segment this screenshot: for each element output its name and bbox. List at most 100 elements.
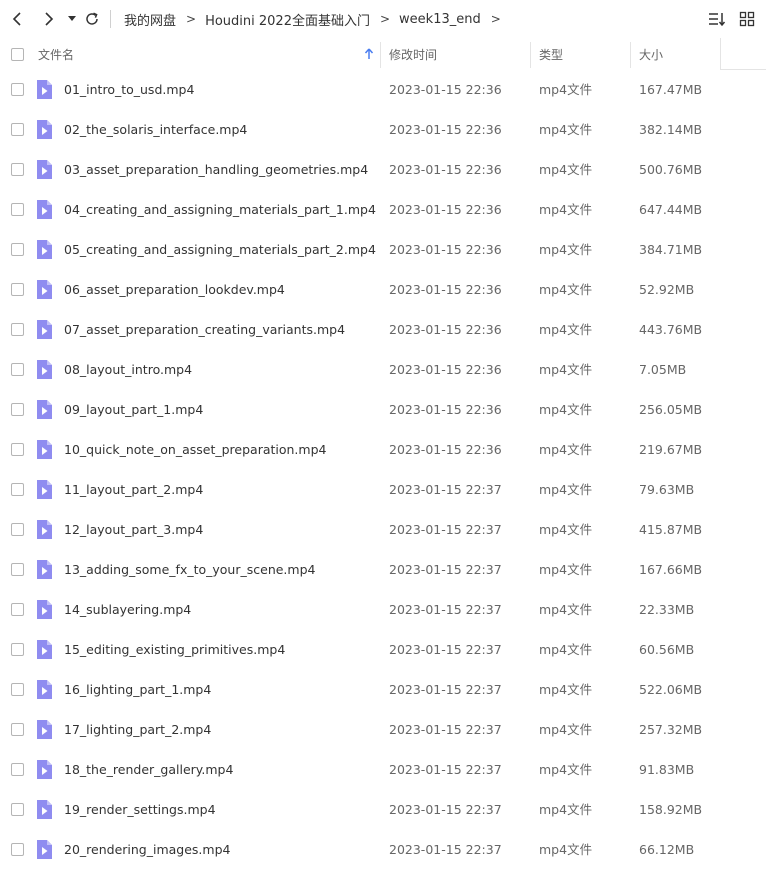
file-name[interactable]: 19_render_settings.mp4 bbox=[64, 790, 216, 830]
row-checkbox[interactable] bbox=[11, 203, 24, 216]
row-checkbox[interactable] bbox=[11, 723, 24, 736]
file-row[interactable]: 14_sublayering.mp4 2023-01-15 22:37 mp4文件 2… bbox=[0, 590, 766, 630]
sort-ascending-indicator[interactable] bbox=[364, 38, 374, 70]
file-type: mp4文件 bbox=[539, 362, 593, 377]
breadcrumb-course-folder[interactable]: Houdini 2022全面基础入门 bbox=[205, 10, 370, 29]
select-all-checkbox[interactable] bbox=[11, 48, 24, 61]
file-name[interactable]: 11_layout_part_2.mp4 bbox=[64, 470, 203, 510]
file-name[interactable]: 16_lighting_part_1.mp4 bbox=[64, 670, 211, 710]
column-header-modified[interactable]: 修改时间 bbox=[389, 38, 437, 70]
file-name[interactable]: 17_lighting_part_2.mp4 bbox=[64, 710, 211, 750]
row-checkbox[interactable] bbox=[11, 763, 24, 776]
row-checkbox[interactable] bbox=[11, 243, 24, 256]
row-checkbox[interactable] bbox=[11, 443, 24, 456]
file-row[interactable]: 01_intro_to_usd.mp4 2023-01-15 22:36 mp4文件… bbox=[0, 70, 766, 110]
back-button[interactable] bbox=[6, 7, 30, 31]
file-row[interactable]: 08_layout_intro.mp4 2023-01-15 22:36 mp4文件… bbox=[0, 350, 766, 390]
forward-button[interactable] bbox=[36, 7, 60, 31]
column-header-type[interactable]: 类型 bbox=[539, 38, 563, 70]
sort-button[interactable] bbox=[706, 8, 728, 30]
file-size: 158.92MB bbox=[639, 802, 703, 817]
row-checkbox[interactable] bbox=[11, 643, 24, 656]
file-name[interactable]: 09_layout_part_1.mp4 bbox=[64, 390, 203, 430]
video-file-icon bbox=[37, 760, 52, 779]
column-divider[interactable] bbox=[630, 42, 631, 68]
file-name[interactable]: 04_creating_and_assigning_materials_part… bbox=[64, 190, 376, 230]
file-row[interactable]: 04_creating_and_assigning_materials_part… bbox=[0, 190, 766, 230]
row-checkbox[interactable] bbox=[11, 803, 24, 816]
file-row[interactable]: 13_adding_some_fx_to_your_scene.mp4 2023-… bbox=[0, 550, 766, 590]
file-type: mp4文件 bbox=[539, 602, 593, 617]
file-type: mp4文件 bbox=[539, 442, 593, 457]
file-name[interactable]: 08_layout_intro.mp4 bbox=[64, 350, 192, 390]
row-checkbox[interactable] bbox=[11, 603, 24, 616]
file-size: 7.05MB bbox=[639, 362, 687, 377]
row-checkbox[interactable] bbox=[11, 123, 24, 136]
video-file-icon bbox=[37, 120, 52, 139]
row-checkbox[interactable] bbox=[11, 483, 24, 496]
row-checkbox[interactable] bbox=[11, 363, 24, 376]
breadcrumb-current-folder[interactable]: week13_end bbox=[399, 12, 481, 27]
video-file-icon bbox=[37, 280, 52, 299]
file-row[interactable]: 03_asset_preparation_handling_geometries… bbox=[0, 150, 766, 190]
row-checkbox[interactable] bbox=[11, 83, 24, 96]
file-row[interactable]: 17_lighting_part_2.mp4 2023-01-15 22:37 mp… bbox=[0, 710, 766, 750]
video-file-icon bbox=[37, 160, 52, 179]
file-name[interactable]: 12_layout_part_3.mp4 bbox=[64, 510, 203, 550]
row-checkbox[interactable] bbox=[11, 163, 24, 176]
file-type: mp4文件 bbox=[539, 202, 593, 217]
file-name[interactable]: 03_asset_preparation_handling_geometries… bbox=[64, 150, 368, 190]
file-name[interactable]: 01_intro_to_usd.mp4 bbox=[64, 70, 194, 110]
sort-icon bbox=[709, 13, 726, 27]
view-mode-button[interactable] bbox=[736, 8, 758, 30]
row-checkbox[interactable] bbox=[11, 523, 24, 536]
column-header-name[interactable]: 文件名 bbox=[38, 38, 74, 70]
file-size: 22.33MB bbox=[639, 602, 695, 617]
video-file-icon bbox=[37, 600, 52, 619]
file-type: mp4文件 bbox=[539, 722, 593, 737]
file-row[interactable]: 05_creating_and_assigning_materials_part… bbox=[0, 230, 766, 270]
file-name[interactable]: 02_the_solaris_interface.mp4 bbox=[64, 110, 247, 150]
file-modified-time: 2023-01-15 22:37 bbox=[389, 602, 502, 617]
file-modified-time: 2023-01-15 22:36 bbox=[389, 162, 502, 177]
file-size: 522.06MB bbox=[639, 682, 703, 697]
file-row[interactable]: 19_render_settings.mp4 2023-01-15 22:37 mp… bbox=[0, 790, 766, 830]
video-file-icon bbox=[37, 240, 52, 259]
refresh-button[interactable] bbox=[80, 7, 104, 31]
row-checkbox[interactable] bbox=[11, 563, 24, 576]
file-modified-time: 2023-01-15 22:36 bbox=[389, 82, 502, 97]
file-name[interactable]: 10_quick_note_on_asset_preparation.mp4 bbox=[64, 430, 326, 470]
file-modified-time: 2023-01-15 22:36 bbox=[389, 122, 502, 137]
file-row[interactable]: 15_editing_existing_primitives.mp4 2023-0… bbox=[0, 630, 766, 670]
file-type: mp4文件 bbox=[539, 322, 593, 337]
file-row[interactable]: 09_layout_part_1.mp4 2023-01-15 22:36 mp4文… bbox=[0, 390, 766, 430]
column-divider[interactable] bbox=[530, 42, 531, 68]
row-checkbox[interactable] bbox=[11, 403, 24, 416]
file-row[interactable]: 18_the_render_gallery.mp4 2023-01-15 22:3… bbox=[0, 750, 766, 790]
row-checkbox[interactable] bbox=[11, 683, 24, 696]
file-name[interactable]: 15_editing_existing_primitives.mp4 bbox=[64, 630, 285, 670]
column-header-size[interactable]: 大小 bbox=[639, 38, 663, 70]
file-row[interactable]: 10_quick_note_on_asset_preparation.mp4 20… bbox=[0, 430, 766, 470]
file-row[interactable]: 11_layout_part_2.mp4 2023-01-15 22:37 mp4文… bbox=[0, 470, 766, 510]
file-row[interactable]: 06_asset_preparation_lookdev.mp4 2023-01-… bbox=[0, 270, 766, 310]
row-checkbox[interactable] bbox=[11, 843, 24, 856]
file-row[interactable]: 07_asset_preparation_creating_variants.m… bbox=[0, 310, 766, 350]
row-checkbox[interactable] bbox=[11, 323, 24, 336]
file-name[interactable]: 05_creating_and_assigning_materials_part… bbox=[64, 230, 376, 270]
file-row[interactable]: 16_lighting_part_1.mp4 2023-01-15 22:37 mp… bbox=[0, 670, 766, 710]
file-name[interactable]: 06_asset_preparation_lookdev.mp4 bbox=[64, 270, 285, 310]
file-row[interactable]: 20_rendering_images.mp4 2023-01-15 22:37 m… bbox=[0, 830, 766, 870]
file-name[interactable]: 14_sublayering.mp4 bbox=[64, 590, 191, 630]
breadcrumb-root[interactable]: 我的网盘 bbox=[124, 10, 176, 29]
file-name[interactable]: 13_adding_some_fx_to_your_scene.mp4 bbox=[64, 550, 315, 590]
file-name[interactable]: 20_rendering_images.mp4 bbox=[64, 830, 230, 870]
file-size: 167.66MB bbox=[639, 562, 703, 577]
column-divider[interactable] bbox=[380, 42, 381, 68]
file-name[interactable]: 18_the_render_gallery.mp4 bbox=[64, 750, 233, 790]
file-modified-time: 2023-01-15 22:37 bbox=[389, 722, 502, 737]
file-row[interactable]: 02_the_solaris_interface.mp4 2023-01-15 2… bbox=[0, 110, 766, 150]
file-row[interactable]: 12_layout_part_3.mp4 2023-01-15 22:37 mp4文… bbox=[0, 510, 766, 550]
file-name[interactable]: 07_asset_preparation_creating_variants.m… bbox=[64, 310, 345, 350]
row-checkbox[interactable] bbox=[11, 283, 24, 296]
